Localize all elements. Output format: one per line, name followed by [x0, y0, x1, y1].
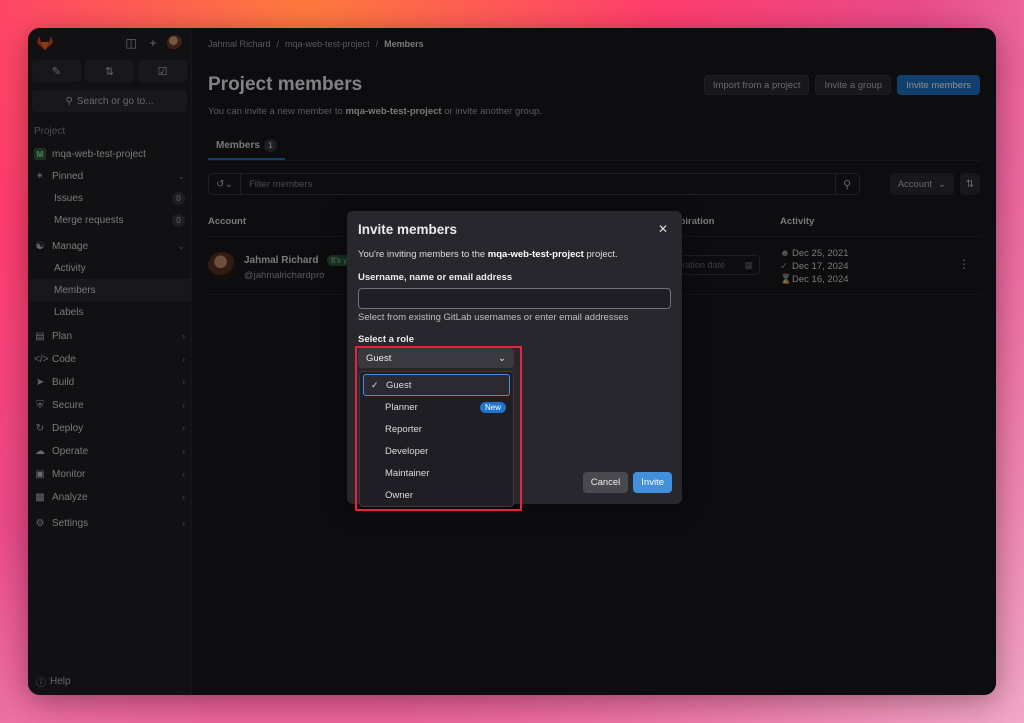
role-dropdown-menu: ✓ Guest Planner New Reporter Developer M…	[359, 371, 514, 507]
intro-project: mqa-web-test-project	[487, 249, 584, 260]
role-option-label: Planner	[385, 401, 418, 413]
username-label: Username, name or email address	[358, 272, 513, 283]
role-option-label: Guest	[386, 379, 412, 391]
chevron-down-icon: ⌄	[498, 352, 506, 364]
modal-intro: You're inviting members to the mqa-web-t…	[358, 249, 671, 260]
username-input[interactable]	[358, 288, 671, 309]
new-badge: New	[479, 401, 506, 413]
role-option-planner[interactable]: Planner New	[363, 396, 510, 418]
role-option-developer[interactable]: Developer	[363, 440, 510, 462]
role-option-label: Reporter	[385, 423, 422, 435]
username-hint: Select from existing GitLab usernames or…	[358, 312, 629, 323]
app-window: ◫ + ✎ ⇅ ☑ ⚲ Search or go to... Project M…	[28, 28, 996, 695]
role-option-label: Developer	[385, 445, 429, 457]
close-icon[interactable]: ✕	[655, 221, 671, 237]
check-icon: ✓	[371, 379, 379, 390]
modal-header: Invite members ✕	[347, 211, 682, 247]
modal-body: You're inviting members to the mqa-web-t…	[347, 249, 682, 345]
role-option-label: Owner	[385, 489, 413, 501]
invite-button[interactable]: Invite	[633, 472, 672, 493]
modal-title: Invite members	[358, 221, 458, 237]
role-option-label: Maintainer	[385, 467, 430, 479]
cancel-button[interactable]: Cancel	[582, 472, 629, 493]
role-option-reporter[interactable]: Reporter	[363, 418, 510, 440]
intro-text: project.	[583, 249, 618, 260]
role-label: Select a role	[358, 334, 414, 345]
intro-text: You're inviting members to the	[358, 249, 488, 260]
role-select-value: Guest	[366, 352, 392, 364]
role-option-owner[interactable]: Owner	[363, 484, 510, 506]
modal-footer: Cancel Invite	[582, 472, 672, 493]
role-option-guest[interactable]: ✓ Guest	[363, 374, 510, 396]
role-select[interactable]: Guest ⌄	[358, 348, 514, 368]
role-option-maintainer[interactable]: Maintainer	[363, 462, 510, 484]
invite-members-modal: Invite members ✕ You're inviting members…	[347, 211, 682, 507]
